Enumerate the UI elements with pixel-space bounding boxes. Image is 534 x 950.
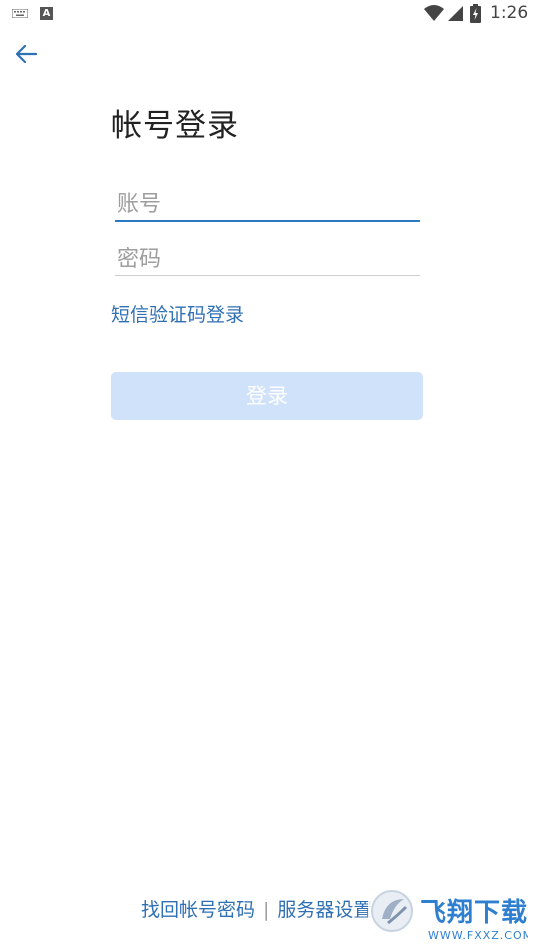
keyboard-icon [12, 9, 28, 18]
page-title: 帐号登录 [111, 108, 239, 144]
login-button[interactable]: 登录 [111, 372, 423, 420]
sms-login-link[interactable]: 短信验证码登录 [111, 300, 244, 327]
footer-links: 找回帐号密码 | 服务器设置 [141, 895, 372, 922]
a-notification-icon: A [40, 7, 53, 20]
signal-icon [448, 6, 463, 21]
password-input[interactable] [115, 244, 420, 276]
arrow-left-icon [15, 44, 38, 64]
battery-charging-icon [470, 4, 481, 23]
footer-separator: | [263, 899, 270, 921]
find-password-link[interactable]: 找回帐号密码 [141, 899, 255, 921]
account-input[interactable] [115, 188, 420, 222]
status-bar: A 1:26 [0, 0, 534, 28]
wifi-icon [424, 5, 444, 21]
status-time: 1:26 [490, 3, 529, 23]
watermark-logo: 飞翔下载 WWW.FXXZ.COM [368, 885, 528, 943]
server-settings-link[interactable]: 服务器设置 [277, 899, 372, 921]
back-button[interactable] [12, 40, 42, 68]
svg-text:WWW.FXXZ.COM: WWW.FXXZ.COM [428, 929, 528, 942]
svg-text:飞翔下载: 飞翔下载 [420, 898, 528, 928]
